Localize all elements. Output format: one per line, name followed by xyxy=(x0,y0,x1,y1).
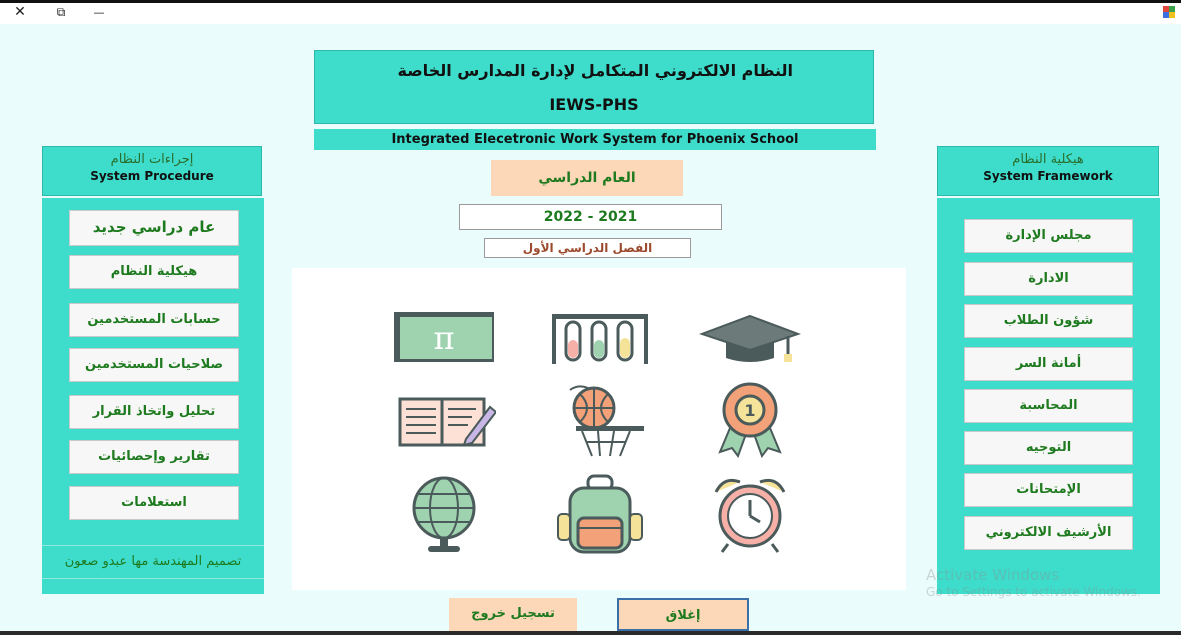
open-book-pencil-icon xyxy=(389,380,499,460)
user-accounts-button[interactable]: حسابات المستخدمين xyxy=(69,303,239,337)
left-panel-header: إجراءات النظام System Procedure xyxy=(42,146,262,196)
chalkboard-pi-icon: π xyxy=(389,298,499,378)
designer-credit: تصميم المهندسة مها عبدو صعون xyxy=(42,545,264,579)
system-header: النظام الالكتروني المتكامل لإدارة المدار… xyxy=(314,50,874,124)
academic-term-field[interactable]: الفصل الدراسي الأول xyxy=(484,238,691,258)
left-panel-title-ar: إجراءات النظام xyxy=(110,152,194,167)
svg-text:1: 1 xyxy=(744,401,755,420)
svg-text:π: π xyxy=(433,319,454,357)
window-top-border xyxy=(0,0,1181,3)
minimize-window-button[interactable]: — xyxy=(90,3,108,21)
decorative-icon-panel: π 1 xyxy=(292,268,906,590)
board-of-directors-button[interactable]: مجلس الإدارة xyxy=(964,219,1133,253)
windows-activation-watermark: Activate Windows Go to Settings to activ… xyxy=(926,567,1141,601)
right-panel-header: هيكلية النظام System Framework xyxy=(937,146,1159,196)
student-affairs-button[interactable]: شؤون الطلاب xyxy=(964,304,1133,338)
close-window-button[interactable]: ✕ xyxy=(11,3,29,21)
backpack-icon xyxy=(545,474,655,554)
administration-button[interactable]: الادارة xyxy=(964,262,1133,296)
system-code: IEWS-PHS xyxy=(549,95,639,114)
basketball-hoop-icon xyxy=(545,380,655,460)
close-button[interactable]: إغلاق xyxy=(617,598,749,631)
new-academic-year-button[interactable]: عام دراسي جديد xyxy=(69,210,239,246)
secretariat-button[interactable]: أمانة السر xyxy=(964,347,1133,381)
globe-icon xyxy=(389,474,499,554)
system-title-arabic: النظام الالكتروني المتكامل لإدارة المدار… xyxy=(397,61,793,80)
academic-year-label: العام الدراسي xyxy=(491,160,683,196)
left-panel-title-en: System Procedure xyxy=(90,169,214,183)
user-permissions-button[interactable]: صلاحيات المستخدمين xyxy=(69,348,239,382)
logout-button[interactable]: تسجيل خروج xyxy=(449,598,577,631)
medal-badge-icon: 1 xyxy=(695,380,805,460)
accounting-button[interactable]: المحاسبة xyxy=(964,389,1133,423)
guidance-button[interactable]: التوجيه xyxy=(964,431,1133,465)
graduation-cap-icon xyxy=(695,298,805,378)
analysis-decision-button[interactable]: تحليل واتخاذ القرار xyxy=(69,395,239,429)
queries-button[interactable]: استعلامات xyxy=(69,486,239,520)
watermark-subtitle: Go to Settings to activate Windows. xyxy=(926,585,1141,599)
window-bottom-border xyxy=(0,631,1181,635)
watermark-title: Activate Windows xyxy=(926,566,1060,584)
restore-window-button[interactable]: ⧉ xyxy=(52,3,70,21)
system-subtitle: Integrated Elecetronic Work System for P… xyxy=(314,129,876,150)
exams-button[interactable]: الإمتحانات xyxy=(964,473,1133,507)
system-structure-button[interactable]: هيكلية النظام xyxy=(69,255,239,289)
app-icon xyxy=(1163,6,1175,18)
reports-statistics-button[interactable]: تقارير وإحصائيات xyxy=(69,440,239,474)
alarm-clock-icon xyxy=(695,474,805,554)
window-titlebar xyxy=(0,0,1181,24)
right-panel-title-ar: هيكلية النظام xyxy=(1012,152,1084,167)
electronic-archive-button[interactable]: الأرشيف الالكتروني xyxy=(964,516,1133,550)
academic-year-field[interactable]: 2022 - 2021 xyxy=(459,204,722,230)
right-panel-title-en: System Framework xyxy=(983,169,1113,183)
test-tubes-icon xyxy=(545,298,655,378)
